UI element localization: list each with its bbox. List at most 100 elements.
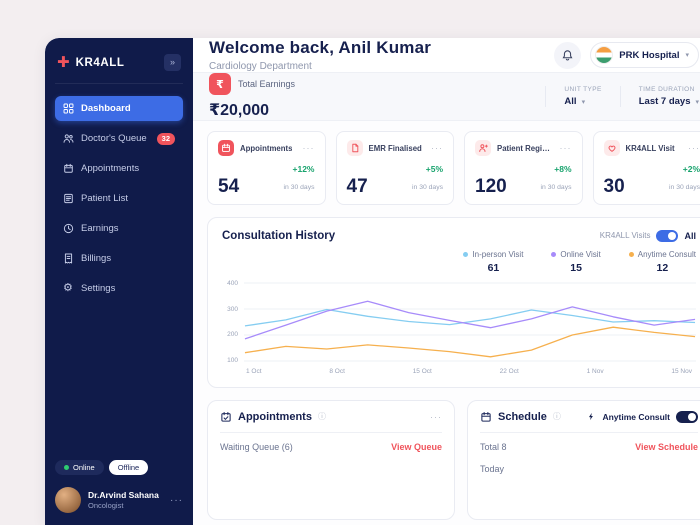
- hospital-selector[interactable]: PRK Hospital ▾: [590, 42, 699, 68]
- sidebar-item-appointments[interactable]: Appointments: [55, 156, 183, 181]
- app-window: ✚ KR4ALL » Dashboard Doctor's Queue 32 A…: [45, 38, 700, 525]
- doctor-role: Oncologist: [88, 500, 124, 510]
- more-options-icon[interactable]: ···: [688, 143, 700, 153]
- list-icon: [64, 193, 73, 204]
- consultation-title: Consultation History: [222, 229, 336, 242]
- schedule-icon: [481, 411, 491, 422]
- kr4all-visits-toggle[interactable]: [656, 229, 679, 242]
- lightning-icon: [589, 413, 594, 421]
- time-duration-dropdown[interactable]: Time Duration Last 7 days ▾: [619, 86, 699, 107]
- stat-value: 47: [346, 175, 368, 197]
- x-tick: 15 Nov: [671, 367, 692, 375]
- legend-value: 12: [656, 261, 669, 274]
- profile-more-icon[interactable]: ···: [170, 495, 183, 506]
- heart-icon: [608, 145, 615, 152]
- stat-value: 30: [603, 175, 625, 197]
- legend-value: 61: [487, 261, 500, 274]
- stat-delta: +5%: [425, 164, 443, 174]
- legend-dot-icon: [463, 251, 469, 257]
- sidebar-item-label: Billings: [81, 253, 112, 264]
- time-duration-label: Time Duration: [638, 86, 695, 93]
- sidebar-item-doctors-queue[interactable]: Doctor's Queue 32: [55, 126, 183, 151]
- stat-label: EMR Finalised: [368, 143, 422, 153]
- consultation-line-chart: [244, 282, 696, 362]
- chart-legend: In-person Visit 61 Online Visit 15 Anyti…: [222, 250, 696, 274]
- info-icon[interactable]: ⓘ: [318, 411, 326, 422]
- calendar-check-icon: [221, 411, 231, 422]
- sidebar-item-label: Earnings: [81, 223, 119, 234]
- sidebar-item-earnings[interactable]: Earnings: [55, 216, 183, 241]
- sidebar-item-billings[interactable]: Billings: [55, 246, 183, 271]
- legend-label: Anytime Consult: [637, 249, 696, 259]
- stat-cards-row: Appointments ··· 54 +12% in 30 days EMR F…: [193, 121, 700, 205]
- more-options-icon[interactable]: ···: [560, 143, 572, 153]
- stat-card-registrations: Patient Registrations ··· 120 +8% in 30 d…: [464, 131, 583, 205]
- sidebar-item-settings[interactable]: ⚙ Settings: [55, 276, 183, 301]
- chevron-down-icon: ▾: [581, 98, 586, 106]
- hospital-logo: [595, 46, 614, 64]
- sidebar-item-dashboard[interactable]: Dashboard: [55, 96, 183, 121]
- kr4all-cross-icon: ✚: [57, 54, 70, 71]
- more-options-icon[interactable]: ···: [303, 143, 315, 153]
- offline-label: Offline: [117, 463, 140, 472]
- time-duration-value: Last 7 days: [638, 96, 691, 107]
- stat-period: in 30 days: [540, 184, 572, 192]
- calendar-icon: [64, 163, 73, 173]
- sidebar-item-patient-list[interactable]: Patient List: [55, 186, 183, 211]
- sidebar-item-label: Dashboard: [81, 103, 131, 114]
- person-add-icon: [479, 144, 488, 152]
- view-schedule-link[interactable]: View Schedule: [635, 442, 698, 452]
- availability-toggle: Online Offline: [55, 460, 183, 475]
- y-tick: 100: [227, 356, 238, 364]
- legend-item: Online Visit 15: [551, 249, 601, 274]
- legend-value: 15: [570, 261, 582, 274]
- online-status-chip[interactable]: Online: [55, 460, 104, 475]
- stat-card-kr4all-visit: KR4ALL Visit ··· 30 +2% in 30 days: [592, 131, 700, 205]
- more-options-icon[interactable]: ···: [431, 143, 443, 153]
- legend-item: In-person Visit 61: [463, 250, 523, 274]
- queue-count-badge: 32: [156, 132, 175, 145]
- unit-type-dropdown[interactable]: Unit Type All ▾: [545, 86, 601, 107]
- document-icon: [351, 143, 358, 153]
- bell-icon: [562, 49, 573, 61]
- hospital-name: PRK Hospital: [619, 49, 680, 61]
- stat-period: in 30 days: [412, 184, 443, 192]
- schedule-sub-label: Today: [480, 463, 505, 474]
- sidebar-profile[interactable]: Dr.Arvind Sahana Oncologist ···: [55, 487, 183, 513]
- people-icon: [63, 134, 74, 143]
- receipt-icon: [64, 253, 73, 264]
- sidebar-menu: Dashboard Doctor's Queue 32 Appointments…: [55, 96, 183, 306]
- y-tick: 300: [227, 305, 238, 313]
- gear-icon: ⚙: [63, 282, 73, 294]
- stat-period: in 30 days: [283, 184, 315, 192]
- anytime-consult-toggle[interactable]: [676, 410, 698, 423]
- page-title: Welcome back, Anil Kumar: [209, 38, 432, 57]
- chart-x-axis: 1 Oct 8 Oct 15 Oct 22 Oct 1 Nov 15 Nov: [246, 368, 692, 375]
- online-dot-icon: [64, 465, 69, 470]
- bottom-cards-row: Appointments ⓘ ··· Waiting Queue (6) Vie…: [193, 388, 700, 525]
- offline-status-chip[interactable]: Offline: [108, 460, 149, 475]
- unit-type-value: All: [564, 96, 577, 107]
- rupee-icon: ₹: [209, 73, 231, 95]
- waiting-queue-label: Waiting Queue (6): [220, 441, 293, 452]
- doctor-avatar: [55, 487, 81, 513]
- dashboard-grid-icon: [63, 103, 74, 114]
- notifications-button[interactable]: [554, 41, 582, 69]
- legend-label: Online Visit: [560, 249, 601, 259]
- stat-card-appointments: Appointments ··· 54 +12% in 30 days: [207, 131, 326, 205]
- legend-dot-icon: [628, 251, 634, 257]
- kr4all-visits-toggle-value: All: [684, 230, 696, 241]
- view-queue-link[interactable]: View Queue: [391, 442, 442, 452]
- sidebar-item-label: Settings: [81, 283, 116, 294]
- stat-value: 120: [475, 175, 507, 197]
- more-options-icon[interactable]: ···: [430, 412, 442, 422]
- legend-label: In-person Visit: [472, 249, 524, 259]
- chevron-down-icon: ▾: [695, 98, 699, 106]
- stat-card-emr: EMR Finalised ··· 47 +5% in 30 days: [335, 131, 454, 205]
- y-tick: 400: [227, 279, 238, 287]
- sidebar-collapse-button[interactable]: »: [164, 54, 181, 71]
- info-icon[interactable]: ⓘ: [553, 411, 561, 422]
- consultation-history-card: Consultation History KR4ALL Visits All I…: [207, 216, 700, 388]
- sidebar: ✚ KR4ALL » Dashboard Doctor's Queue 32 A…: [45, 38, 193, 525]
- earnings-value: ₹20,000: [209, 102, 270, 119]
